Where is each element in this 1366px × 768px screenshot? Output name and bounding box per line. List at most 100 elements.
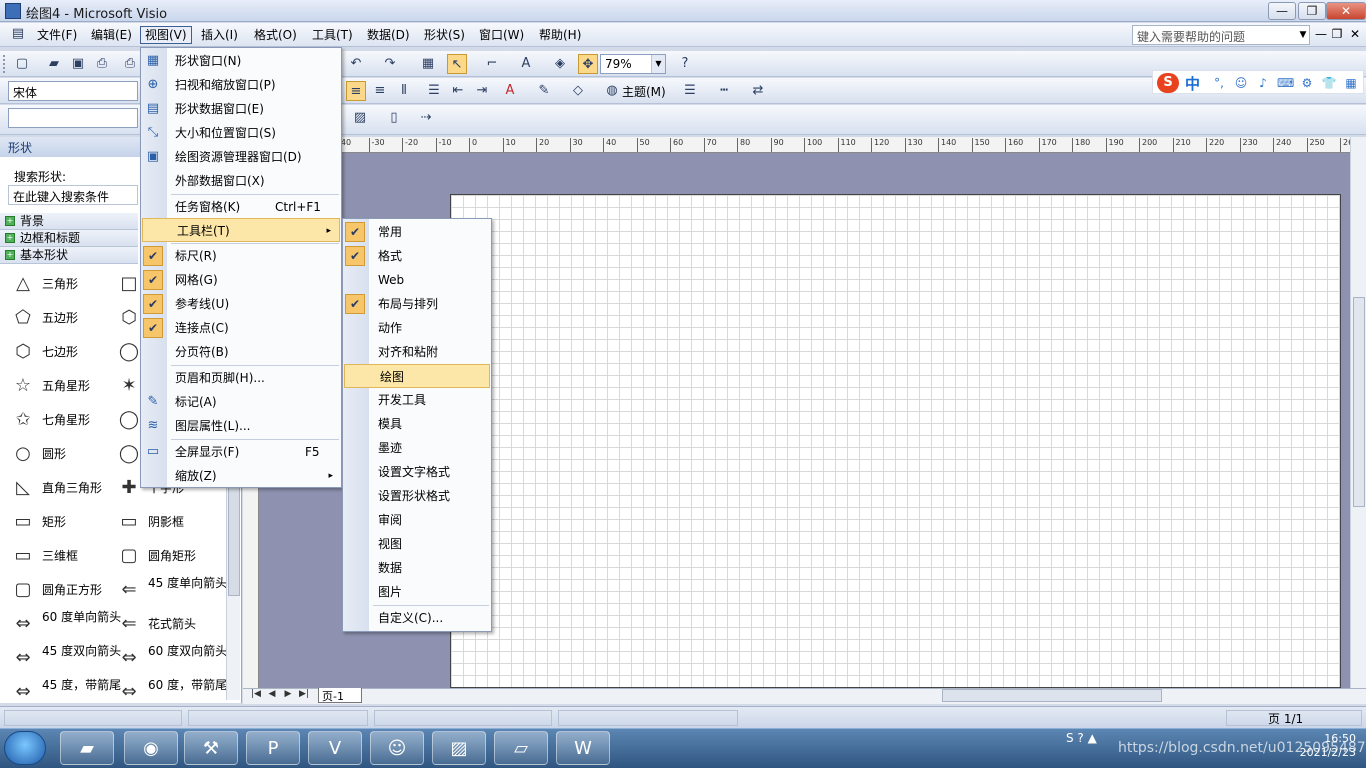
shape-rectangle[interactable]: ▭ 矩形 — [10, 507, 120, 537]
print-icon[interactable]: ⎙ — [92, 54, 112, 74]
search-shapes-input[interactable]: 在此键入搜索条件 — [8, 185, 138, 205]
shape-pentagon[interactable]: ⬠ 五边形 — [10, 303, 120, 333]
menu-task-pane[interactable]: 任务窗格(K) Ctrl+F1 — [141, 195, 341, 219]
font-combo[interactable]: 宋体 — [8, 81, 138, 101]
menu-edit[interactable]: 编辑(E) — [87, 26, 136, 44]
document-icon[interactable]: ▤ — [8, 24, 28, 44]
fill-color-icon[interactable]: ◇ — [568, 81, 588, 101]
emoji-icon[interactable]: ☺ — [1233, 75, 1249, 91]
align-center-icon[interactable]: ≡ — [346, 81, 366, 101]
line-color-icon[interactable]: ✎ — [534, 81, 554, 101]
toolbar-formatting[interactable]: ✔ 格式 — [343, 244, 491, 268]
decrease-indent-icon[interactable]: ⇤ — [448, 81, 468, 101]
minimize-button[interactable]: — — [1268, 2, 1296, 20]
line-ends-icon[interactable]: ⇄ — [748, 81, 768, 101]
insert-picture-icon[interactable]: ▨ — [350, 108, 370, 128]
close-button[interactable]: ✕ — [1326, 2, 1366, 20]
font-color-icon[interactable]: A — [500, 81, 520, 101]
shape-shadow-box[interactable]: ▭ 阴影框 — [116, 507, 224, 537]
toolbar-developer[interactable]: 开发工具 — [343, 388, 491, 412]
menu-drawing-explorer-window[interactable]: ▣ 绘图资源管理器窗口(D) — [141, 145, 341, 169]
last-page-icon[interactable]: ▶| — [298, 689, 310, 699]
image-viewer-taskbar-icon[interactable]: ▨ — [432, 731, 486, 765]
menu-layer-properties[interactable]: ≋ 图层属性(L)... — [141, 414, 341, 438]
page-tab[interactable]: 页-1 — [318, 688, 362, 703]
toolbar-data[interactable]: 数据 — [343, 556, 491, 580]
open-icon[interactable]: ▰ — [44, 54, 64, 74]
notes-taskbar-icon[interactable]: ▱ — [494, 731, 548, 765]
menu-file[interactable]: 文件(F) — [33, 26, 81, 44]
toolbar-format-shape[interactable]: 设置形状格式 — [343, 484, 491, 508]
user-taskbar-icon[interactable]: ☺ — [370, 731, 424, 765]
help-icon[interactable]: ? — [675, 54, 695, 74]
connector-tool-icon[interactable]: ⌐ — [482, 54, 502, 74]
drawing-page[interactable] — [450, 194, 1341, 688]
shape-60-double-arrow[interactable]: ⇔ 60 度双向箭头 — [116, 643, 227, 673]
menu-shape-data-window[interactable]: ▤ 形状数据窗口(E) — [141, 97, 341, 121]
shape-circle[interactable]: ○ 圆形 — [10, 439, 120, 469]
menu-pan-zoom-window[interactable]: ⊕ 扫视和缩放窗口(P) — [141, 73, 341, 97]
toolbar-standard[interactable]: ✔ 常用 — [343, 220, 491, 244]
scrollbar-thumb[interactable] — [1353, 297, 1365, 507]
stencil-basic-shapes[interactable]: + 基本形状 — [0, 247, 138, 264]
menu-tools[interactable]: 工具(T) — [308, 26, 357, 44]
undo-icon[interactable]: ↶ — [346, 54, 366, 74]
theme-icon[interactable]: ◍ — [602, 81, 622, 101]
toolbar-picture[interactable]: 图片 — [343, 580, 491, 604]
canvas-vertical-scrollbar[interactable] — [1350, 137, 1366, 688]
toolbar-web[interactable]: Web — [343, 268, 491, 292]
menu-view[interactable]: 视图(V) — [140, 26, 192, 44]
canvas-horizontal-scrollbar-thumb[interactable] — [942, 689, 1162, 702]
doc-minimize-button[interactable]: — — [1314, 27, 1328, 41]
shape-rounded-square[interactable]: ▢ 圆角正方形 — [10, 575, 120, 605]
menu-shape[interactable]: 形状(S) — [420, 26, 469, 44]
skin-icon[interactable]: 👕 — [1321, 75, 1337, 91]
menu-page-breaks[interactable]: 分页符(B) — [141, 340, 341, 364]
theme-button[interactable]: 主题(M) — [622, 83, 666, 100]
toolbar-format-text[interactable]: 设置文字格式 — [343, 460, 491, 484]
windows-start-button[interactable] — [4, 731, 46, 765]
menu-guides[interactable]: ✔ 参考线(U) — [141, 292, 341, 316]
menu-rulers[interactable]: ✔ 标尺(R) — [141, 244, 341, 268]
stencil-background[interactable]: + 背景 — [0, 213, 138, 230]
keyboard-icon[interactable]: ⌨ — [1277, 75, 1294, 91]
menu-format[interactable]: 格式(O) — [250, 26, 301, 44]
maximize-button[interactable]: ❐ — [1298, 2, 1326, 20]
connect-shapes-icon[interactable]: ⇢ — [416, 108, 436, 128]
format-painter-icon[interactable]: ◈ — [550, 54, 570, 74]
line-weight-icon[interactable]: ☰ — [680, 81, 700, 101]
save-icon[interactable]: ▣ — [68, 54, 88, 74]
text-tool-icon[interactable]: A — [516, 54, 536, 74]
help-dropdown-arrow[interactable]: ▼ — [1296, 25, 1310, 45]
shape-fancy-arrow[interactable]: ⇐ 花式箭头 — [116, 609, 224, 639]
shape-heptagon[interactable]: ⬡ 七边形 — [10, 337, 120, 367]
visio-taskbar-icon[interactable]: V — [308, 731, 362, 765]
pointer-tool-icon[interactable]: ↖ — [447, 54, 467, 74]
shape-right-triangle[interactable]: ◺ 直角三角形 — [10, 473, 120, 503]
bullets-icon[interactable]: ☰ — [424, 81, 444, 101]
toolbar-drawing[interactable]: 绘图 — [344, 364, 490, 388]
chrome-taskbar-icon[interactable]: ◉ — [124, 731, 178, 765]
menu-toolbars[interactable]: 工具栏(T) ▸ — [142, 218, 340, 242]
microphone-icon[interactable]: ♪ — [1255, 75, 1271, 91]
clock[interactable]: 16:50 2021/2/23 — [1296, 732, 1356, 760]
menu-help[interactable]: 帮助(H) — [535, 26, 585, 44]
page-setup-icon[interactable]: ▯ — [384, 108, 404, 128]
menu-markup[interactable]: ✎ 标记(A) — [141, 390, 341, 414]
first-page-icon[interactable]: |◀ — [250, 689, 262, 699]
menu-zoom[interactable]: 缩放(Z) ▸ — [141, 464, 341, 488]
toolbar-view[interactable]: 视图 — [343, 532, 491, 556]
menu-grid[interactable]: ✔ 网格(G) — [141, 268, 341, 292]
punctuation-icon[interactable]: °, — [1211, 75, 1227, 91]
shape-triangle[interactable]: △ 三角形 — [10, 269, 120, 299]
toolbar-reviewing[interactable]: 审阅 — [343, 508, 491, 532]
shape-60-tailed-arrow[interactable]: ⇔ 60 度，带箭尾 — [116, 677, 227, 703]
shape-60-single-arrow[interactable]: ⇔ 60 度单向箭头 — [10, 609, 121, 639]
menu-shapes-window[interactable]: ▦ 形状窗口(N) — [141, 49, 341, 73]
sogou-logo-icon[interactable]: S — [1157, 73, 1179, 93]
shape-5-point-star[interactable]: ☆ 五角星形 — [10, 371, 120, 401]
system-tray[interactable]: S ? ▲ — [1066, 731, 1097, 745]
menu-size-position-window[interactable]: ⤡ 大小和位置窗口(S) — [141, 121, 341, 145]
menu-full-screen[interactable]: ▭ 全屏显示(F) F5 — [141, 440, 341, 464]
doc-close-button[interactable]: ✕ — [1348, 27, 1362, 41]
